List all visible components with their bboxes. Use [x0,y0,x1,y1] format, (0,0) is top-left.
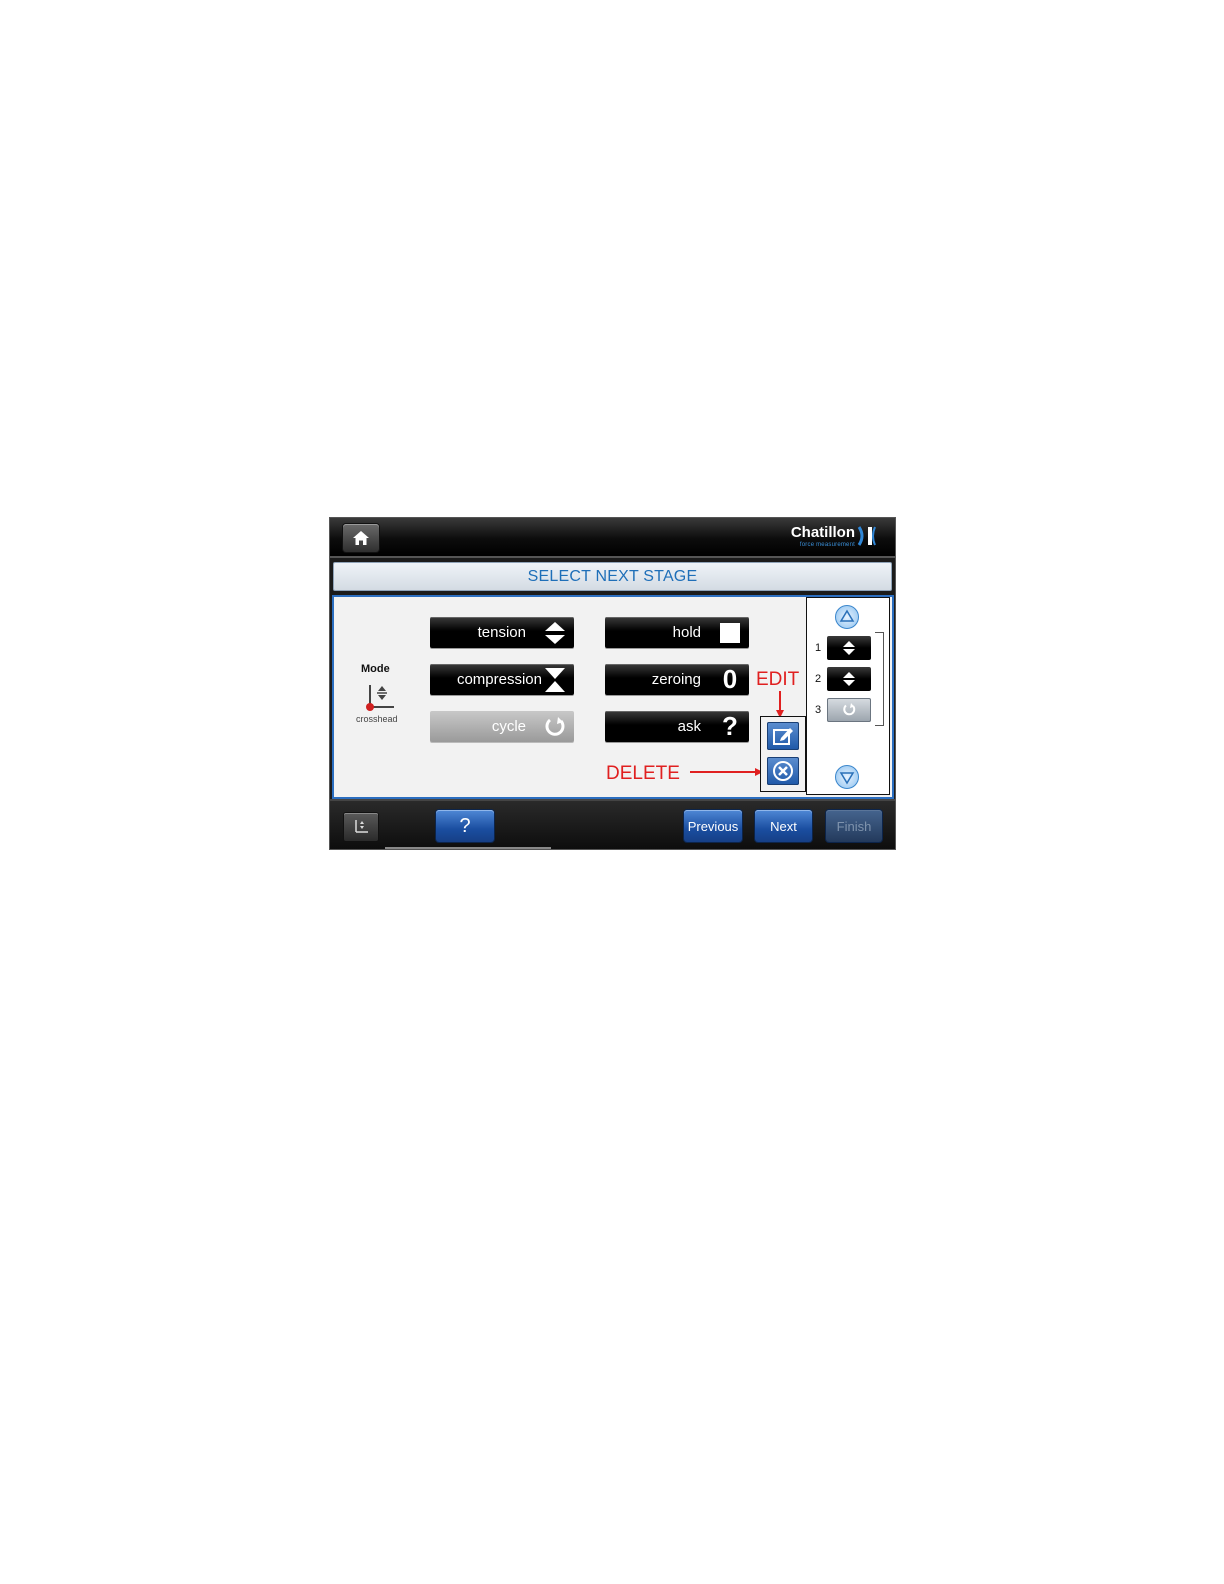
delete-button[interactable] [767,757,799,785]
zeroing-label: zeroing [651,671,701,688]
zero-icon: 0 [722,664,738,694]
stage-list-panel: 1 2 3 [806,597,890,795]
question-icon: ? [722,711,738,741]
edit-arrow-icon [776,691,784,718]
tension-arrows-icon [843,641,855,655]
triangle-up-icon [839,609,855,622]
mode-button[interactable] [344,813,378,841]
logo-mark-icon [857,526,876,546]
stage-list-item: 3 [811,698,877,722]
mode-sublabel: crosshead [356,714,398,724]
edit-delete-panel [760,716,806,792]
cycle-label: cycle [491,718,526,735]
logo-tagline: force measurement [799,542,855,548]
next-button[interactable]: Next [755,810,812,842]
hold-label: hold [672,624,701,641]
brand-logo: Chatillon force measurement [757,524,877,552]
triangle-down-icon [839,772,855,785]
scroll-indicator [385,847,551,849]
edit-icon [773,728,793,745]
compression-label: compression [456,671,542,688]
tension-arrows-icon [542,620,568,645]
cycle-refresh-icon [542,714,568,739]
delete-arrow-icon [690,768,763,776]
stage-number: 1 [815,642,822,654]
scroll-up-button[interactable] [835,605,859,629]
logo-wordmark: Chatillon [790,524,855,541]
top-bar: Chatillon force measurement [330,518,895,558]
stage-list-button[interactable] [827,667,871,691]
compression-hourglass-icon [542,667,568,692]
finish-button[interactable]: Finish [826,810,882,842]
ask-label: ask [677,718,701,735]
stage-list-button[interactable] [827,636,871,660]
cycle-refresh-icon [843,703,856,716]
crosshead-mode-icon [355,820,368,833]
tension-button[interactable]: tension [430,617,574,648]
zeroing-button[interactable]: zeroing 0 [605,664,749,695]
home-icon [353,531,369,545]
hold-button[interactable]: hold [605,617,749,648]
tension-label: tension [477,624,526,641]
home-button[interactable] [343,524,379,552]
cycle-button[interactable]: cycle [430,711,574,742]
help-button[interactable]: ? [436,810,494,842]
edit-annotation: EDIT [756,669,800,690]
delete-icon [773,761,793,781]
compression-button[interactable]: compression [430,664,574,695]
edit-button[interactable] [767,722,799,750]
title-bar: SELECT NEXT STAGE [333,562,892,591]
previous-button[interactable]: Previous [684,810,742,842]
delete-annotation: DELETE [606,763,680,784]
hold-square-icon [717,620,743,645]
stage-list-button-selected[interactable] [827,698,871,722]
tension-arrows-icon [843,672,855,686]
ask-button[interactable]: ask ? [605,711,749,742]
device-screen: Chatillon force measurement SELECT NEXT … [330,518,895,849]
scroll-down-button[interactable] [835,765,859,789]
crosshead-mode-icon [366,685,394,711]
page-title: SELECT NEXT STAGE [527,567,698,585]
stage-number: 2 [815,673,822,685]
mode-label: Mode [361,663,390,675]
stage-list-item: 2 [811,667,877,691]
stage-group-bracket [875,632,884,726]
bottom-bar: ? Previous Next Finish [330,799,895,849]
stage-number: 3 [815,704,822,716]
stage-list-item: 1 [811,636,877,660]
